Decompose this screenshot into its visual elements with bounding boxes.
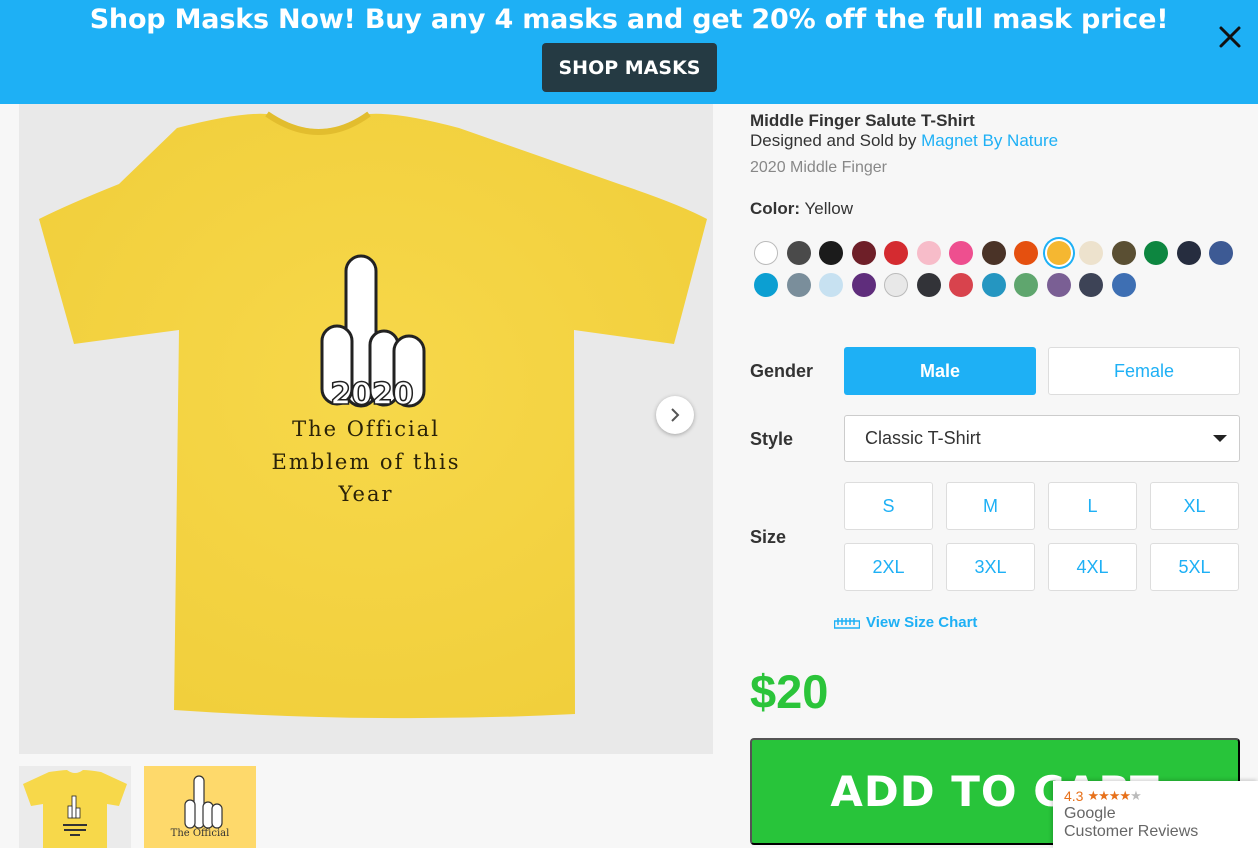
review-rating: 4.3 — [1064, 788, 1084, 804]
color-swatch[interactable] — [1079, 273, 1103, 297]
color-swatch[interactable] — [786, 273, 811, 297]
color-swatch[interactable] — [981, 273, 1006, 297]
next-image-button[interactable] — [656, 396, 694, 434]
thumbnail-design[interactable]: The Official — [144, 766, 256, 848]
google-logo: Google — [1064, 805, 1116, 822]
style-label: Style — [750, 429, 794, 449]
reviews-label: Customer Reviews — [1064, 823, 1199, 840]
tshirt-image: 2020 The Official Emblem of this Year — [39, 111, 707, 719]
shirt-year: 2020 — [330, 376, 415, 413]
designer-link[interactable]: Magnet By Nature — [921, 131, 1058, 150]
size-option[interactable]: S — [844, 482, 933, 530]
color-swatch[interactable] — [1046, 241, 1071, 265]
color-swatch[interactable] — [754, 241, 778, 265]
shirt-text-line: The Official — [292, 417, 440, 441]
shirt-text-line: Year — [337, 482, 393, 506]
color-swatch[interactable] — [1111, 273, 1136, 297]
size-option[interactable]: 3XL — [946, 543, 1035, 591]
color-swatch[interactable] — [754, 273, 778, 297]
color-swatch[interactable] — [1014, 273, 1038, 297]
color-swatch[interactable] — [1079, 241, 1103, 265]
size-chart-label: View Size Chart — [866, 614, 978, 631]
thumbnail-shirt[interactable] — [19, 766, 131, 848]
size-option[interactable]: M — [946, 482, 1035, 530]
shirt-text-line: Emblem of this — [272, 450, 461, 474]
color-swatch[interactable] — [851, 273, 876, 297]
color-value: Yellow — [804, 199, 853, 218]
designer-line: Designed and Sold by Magnet By Nature — [750, 131, 1058, 151]
color-swatch[interactable] — [916, 273, 941, 297]
svg-text:The Official: The Official — [171, 828, 230, 839]
style-value: Classic T-Shirt — [865, 428, 981, 448]
color-swatch[interactable] — [884, 273, 908, 297]
color-swatch[interactable] — [819, 241, 843, 265]
style-select[interactable]: Classic T-Shirt — [844, 415, 1240, 462]
close-icon[interactable] — [1214, 21, 1246, 53]
collection-link[interactable]: 2020 Middle Finger — [750, 159, 887, 177]
size-option[interactable]: 2XL — [844, 543, 933, 591]
promo-banner: Shop Masks Now! Buy any 4 masks and get … — [0, 0, 1258, 104]
size-option[interactable]: L — [1048, 482, 1137, 530]
color-swatch[interactable] — [1014, 241, 1038, 265]
gender-male-button[interactable]: Male — [844, 347, 1036, 395]
product-image[interactable]: 2020 The Official Emblem of this Year — [19, 104, 713, 754]
google-reviews-badge[interactable]: 4.3 ★★★★★ Google Customer Reviews — [1053, 781, 1258, 848]
size-option[interactable]: 4XL — [1048, 543, 1137, 591]
color-swatch[interactable] — [949, 241, 973, 265]
svg-text:2020: 2020 — [330, 377, 414, 412]
color-swatch[interactable] — [851, 241, 876, 265]
color-swatch[interactable] — [949, 273, 973, 297]
size-option[interactable]: 5XL — [1150, 543, 1239, 591]
color-swatch[interactable] — [1176, 241, 1201, 265]
color-swatch[interactable] — [916, 241, 941, 265]
gender-label: Gender — [750, 361, 814, 381]
color-swatch[interactable] — [1111, 241, 1136, 265]
shop-masks-button[interactable]: SHOP MASKS — [542, 43, 717, 92]
color-label: Color: Yellow — [750, 199, 853, 219]
color-swatch[interactable] — [786, 241, 811, 265]
color-swatch[interactable] — [884, 241, 908, 265]
product-title: Middle Finger Salute T-Shirt — [750, 111, 975, 130]
size-label: Size — [750, 527, 787, 547]
gender-female-button[interactable]: Female — [1048, 347, 1240, 395]
chevron-right-icon — [671, 408, 680, 422]
designed-by-prefix: Designed and Sold by — [750, 131, 922, 150]
color-swatch[interactable] — [819, 273, 843, 297]
color-swatch[interactable] — [1046, 273, 1071, 297]
color-swatch[interactable] — [1209, 241, 1233, 265]
stars-icon: ★★★★★ — [1087, 788, 1141, 803]
size-option[interactable]: XL — [1150, 482, 1239, 530]
size-chart-link[interactable]: View Size Chart — [834, 614, 977, 631]
color-label-key: Color: — [750, 199, 801, 218]
promo-text: Shop Masks Now! Buy any 4 masks and get … — [89, 4, 1169, 35]
color-swatch[interactable] — [981, 241, 1006, 265]
caret-down-icon — [1213, 435, 1227, 442]
ruler-icon — [834, 617, 860, 629]
color-swatch[interactable] — [1144, 241, 1168, 265]
price: $20 — [750, 665, 829, 718]
